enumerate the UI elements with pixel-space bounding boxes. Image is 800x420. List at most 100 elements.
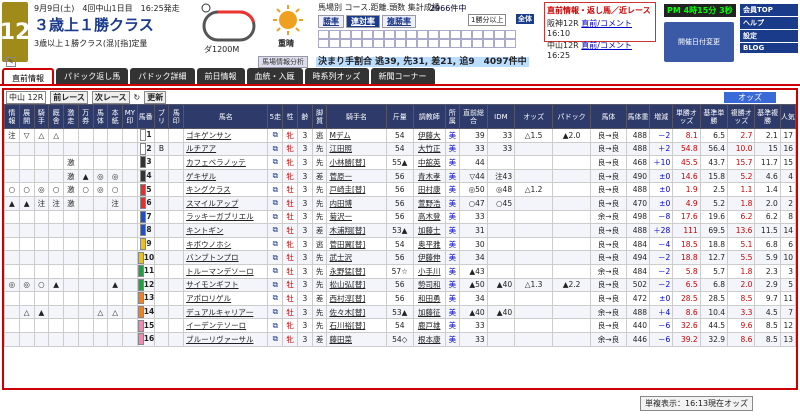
jockey-name[interactable]: 菅田翼[替] — [326, 236, 387, 252]
history-icon[interactable]: ⧉ — [267, 263, 284, 279]
tab-newspaper[interactable]: 新聞コーナー — [370, 68, 435, 84]
history-icon[interactable]: ⧉ — [267, 304, 284, 320]
jockey-name[interactable]: 小林勝[替] — [326, 155, 387, 170]
horse-name[interactable]: キボウノホシ — [183, 236, 269, 252]
jockey-name[interactable]: 松山弘[替] — [326, 277, 387, 293]
trainer-name[interactable]: 根本康 — [412, 331, 446, 347]
table-row[interactable]: 激 ▲ ◎ ◎ 4 ゲキザル ⧉ 牝 3 差菅原一 56 青木孝美 ▽44 注43 良→良 490 ±0 14.6… — [4, 168, 796, 184]
history-icon[interactable]: ⧉ — [267, 277, 284, 293]
table-row[interactable]: 11 トルーマンデソーロ ⧉ 牡 3 先永野猛[替] 57☆ 小手川美 ▲43 余→良 484 －2 5… — [4, 263, 796, 279]
horse-mark[interactable] — [168, 223, 185, 238]
history-icon[interactable]: ⧉ — [267, 141, 284, 157]
tab-paddock[interactable]: パドック返し馬 — [56, 68, 129, 84]
tab-win-rate[interactable]: 勝率 — [318, 15, 344, 28]
jockey-name[interactable]: 藤田菜 — [326, 331, 387, 347]
update-button[interactable]: 更新 — [144, 90, 167, 104]
horse-mark[interactable] — [168, 209, 185, 225]
jockey-name[interactable]: 菅原一 — [326, 168, 387, 184]
history-icon[interactable]: ⧉ — [267, 250, 284, 265]
track-analysis-button[interactable]: 馬場情報分析 — [258, 56, 308, 68]
table-row[interactable]: ○ ○ ◎ ○ 激 ○ ◎ ○ 5 キングクラス ⧉ 牡 3 先戸崎圭[替] 56 田村康美 ◎50 ◎48 △1.… — [4, 182, 796, 197]
member-top-button[interactable]: 会員TOP — [740, 4, 798, 16]
history-icon[interactable]: ⧉ — [267, 223, 284, 238]
table-row[interactable]: 15 イーデンテソーロ ⧉ 牝 3 先石川裕[替] 54 鹿戸雄美 33 良→良 440 －6 32.6… — [4, 318, 796, 333]
jockey-name[interactable]: 佐々木[替] — [326, 304, 387, 320]
tab-prev-day[interactable]: 前日情報 — [196, 68, 245, 84]
table-row[interactable]: ◎ ◎ ○ ▲ ▲ 12 サイモンギフト ⧉ 牡 3 先松山弘[替] 56 勢司和美 ▲50 ▲40 △1.3… — [4, 277, 796, 293]
jockey-name[interactable]: 江田照 — [326, 141, 387, 157]
alert-link[interactable]: 直前/コメント — [581, 19, 632, 28]
table-row[interactable]: 注 ▽ △ △ 1 ゴキゲンサン ⧉ 牝 3 逃 Mデム 54 伊藤大美 39 33 △1.5 ▲2.0 良→良 4… — [4, 128, 796, 143]
jockey-name[interactable]: 武士沢 — [326, 250, 387, 265]
tab-quinella-rate[interactable]: 連対率 — [346, 15, 380, 28]
settings-button[interactable]: 設定 — [740, 30, 798, 42]
tab-place-rate[interactable]: 複勝率 — [382, 15, 416, 28]
horse-name[interactable]: バンブトンプロ — [183, 250, 269, 265]
horse-mark[interactable] — [168, 195, 185, 211]
table-row[interactable]: 激 3 カフェベラノッテ ⧉ 牝 3 先小林勝[替] 55▲ 中舘英美 44 良→良 468 ＋10 45… — [4, 155, 796, 170]
table-row[interactable]: 10 バンブトンプロ ⧉ 牡 3 先武士沢 56 伊藤伸美 34 良→良 494 －2 18.8 12.7… — [4, 250, 796, 265]
history-icon[interactable]: ⧉ — [267, 128, 284, 143]
help-button[interactable]: ヘルプ — [740, 17, 798, 29]
blog-button[interactable]: BLOG — [740, 43, 798, 53]
horse-name[interactable]: トルーマンデソーロ — [183, 263, 269, 279]
alert-link[interactable]: 直前/コメント — [581, 41, 632, 50]
trainer-name[interactable]: 伊藤伸 — [412, 250, 446, 265]
table-row[interactable]: ▲ ▲ 注注激注 6 スマイルアップ ⧉ 牡 3 先内田博 56 萱野浩美 ○47 ○45 良→良 470 ±… — [4, 195, 796, 211]
trainer-name[interactable]: 小手川 — [412, 263, 446, 279]
all-button[interactable]: 全体 — [516, 14, 534, 24]
horse-name[interactable]: スマイルアップ — [183, 195, 269, 211]
table-row[interactable]: 2 B ルチアア ⧉ 牝 3 先江田照 54 大竹正美 33 33 良→良 488 ＋2 54.8 56.4 1… — [4, 141, 796, 157]
tab-timeline-odds[interactable]: 時系列オッズ — [304, 68, 369, 84]
horse-name[interactable]: キントギン — [183, 223, 269, 238]
jockey-name[interactable]: 菊沢一 — [326, 209, 387, 225]
popular-filter[interactable]: 1勝分以上 — [468, 14, 507, 26]
horse-mark[interactable] — [168, 263, 185, 279]
history-icon[interactable]: ⧉ — [267, 195, 284, 211]
trainer-name[interactable]: 萱野浩 — [412, 195, 446, 211]
trainer-name[interactable]: 和田勇 — [412, 291, 446, 306]
horse-name[interactable]: サイモンギフト — [183, 277, 269, 293]
trainer-name[interactable]: 田村康 — [412, 182, 446, 197]
history-icon[interactable]: ⧉ — [267, 168, 284, 184]
trainer-name[interactable]: 加藤士 — [412, 223, 446, 238]
history-icon[interactable]: ⧉ — [267, 236, 284, 252]
horse-mark[interactable] — [168, 168, 185, 184]
trainer-name[interactable]: 高木登 — [412, 209, 446, 225]
horse-name[interactable]: デュアルキャリア一 — [183, 304, 269, 320]
tab-paddock-detail[interactable]: パドック詳細 — [130, 68, 195, 84]
trainer-name[interactable]: 青木孝 — [412, 168, 446, 184]
table-row[interactable]: 8 キントギン ⧉ 牡 3 差木浦翔[替] 53▲ 加藤士美 31 良→良 488 ＋28 111 69.… — [4, 223, 796, 238]
next-race-button[interactable]: 次レース — [91, 90, 130, 104]
trainer-name[interactable]: 勢司和 — [412, 277, 446, 293]
trainer-name[interactable]: 大竹正 — [412, 141, 446, 157]
history-icon[interactable]: ⧉ — [267, 318, 284, 333]
jockey-name[interactable]: 石川裕[替] — [326, 318, 387, 333]
horse-name[interactable]: キングクラス — [183, 182, 269, 197]
pencil-icon[interactable]: ✎ — [6, 57, 16, 67]
horse-name[interactable]: イーデンテソーロ — [183, 318, 269, 333]
tab-bloodline[interactable]: 血統・入厩 — [246, 68, 303, 84]
trainer-name[interactable]: 鹿戸雄 — [412, 318, 446, 333]
horse-mark[interactable] — [168, 304, 185, 320]
trainer-name[interactable]: 中舘英 — [412, 155, 446, 170]
horse-name[interactable]: ブルーリヴァーサル — [183, 331, 269, 347]
horse-mark[interactable] — [168, 318, 185, 333]
jockey-name[interactable]: Mデム — [326, 128, 387, 143]
race-select[interactable]: 中山 12R — [6, 90, 47, 104]
table-row[interactable]: △ ▲ △ △ 14 デュアルキャリア一 ⧉ 牡 3 先佐々木[替] 53▲ 加藤征美 ▲40 ▲40 余→… — [4, 304, 796, 320]
horse-name[interactable]: アポロリゲル — [183, 291, 269, 306]
horse-mark[interactable] — [168, 236, 185, 252]
horse-name[interactable]: ゴキゲンサン — [183, 128, 269, 143]
table-row[interactable]: 7 ラッキーガブリエル ⧉ 牡 3 先菊沢一 56 高木登美 33 余→良 498 －8 17.6 19.… — [4, 209, 796, 225]
jockey-name[interactable]: 西村淳[替] — [326, 291, 387, 306]
horse-mark[interactable] — [168, 182, 185, 197]
odds-button[interactable]: オッズ — [724, 91, 776, 103]
horse-name[interactable]: カフェベラノッテ — [183, 155, 269, 170]
change-date-button[interactable]: 開催日付変更 — [664, 22, 734, 62]
trainer-name[interactable]: 奥平雅 — [412, 236, 446, 252]
refresh-icon[interactable]: ↻ — [134, 93, 141, 102]
horse-mark[interactable] — [168, 291, 185, 306]
trainer-name[interactable]: 伊藤大 — [412, 128, 446, 143]
horse-mark[interactable] — [168, 155, 185, 170]
